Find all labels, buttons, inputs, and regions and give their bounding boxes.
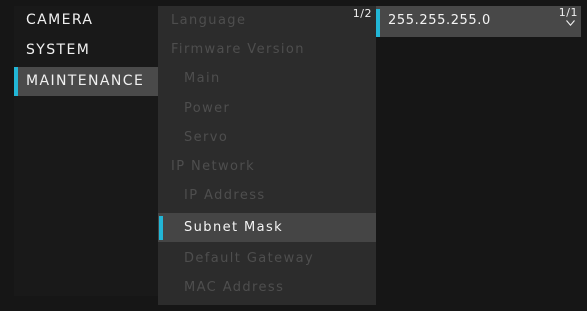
submenu-page-indicator: 1/2 xyxy=(352,7,372,20)
submenu-item-ip-network[interactable]: IP Network xyxy=(158,152,376,181)
subnet-mask-value-field[interactable]: 255.255.255.0 1/1 xyxy=(376,6,581,37)
submenu-item-mac-address[interactable]: MAC Address xyxy=(158,273,376,302)
submenu-item-ip-address[interactable]: IP Address xyxy=(158,181,376,210)
subnet-mask-value: 255.255.255.0 xyxy=(388,13,491,28)
osd-screen: CAMERA SYSTEM MAINTENANCE Language Firmw… xyxy=(0,0,587,311)
value-page-indicator: 1/1 xyxy=(558,6,578,19)
main-menu: CAMERA SYSTEM MAINTENANCE xyxy=(14,6,158,296)
maintenance-submenu: Language Firmware Version Main Power Ser… xyxy=(158,6,376,305)
main-menu-item-maintenance[interactable]: MAINTENANCE xyxy=(14,67,158,96)
submenu-item-default-gateway[interactable]: Default Gateway xyxy=(158,244,376,273)
submenu-item-power[interactable]: Power xyxy=(158,94,376,123)
main-menu-item-camera[interactable]: CAMERA xyxy=(14,6,158,35)
submenu-item-language[interactable]: Language xyxy=(158,6,376,35)
submenu-item-firmware-version[interactable]: Firmware Version xyxy=(158,35,376,64)
submenu-item-servo[interactable]: Servo xyxy=(158,123,376,152)
main-menu-item-system[interactable]: SYSTEM xyxy=(14,36,158,65)
chevron-down-icon[interactable] xyxy=(566,20,575,26)
submenu-item-subnet-mask[interactable]: Subnet Mask xyxy=(158,213,376,242)
submenu-item-main[interactable]: Main xyxy=(158,64,376,93)
